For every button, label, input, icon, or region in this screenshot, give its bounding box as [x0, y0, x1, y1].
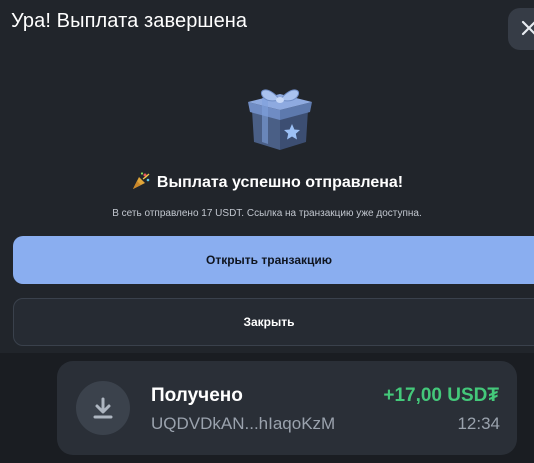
success-message: Выплата успешно отправлена!: [0, 171, 534, 192]
open-transaction-button[interactable]: Открыть транзакцию: [13, 236, 534, 284]
transaction-amount: +17,00 USD₮: [383, 385, 499, 406]
transaction-type-icon: [76, 381, 130, 435]
party-popper-icon: [132, 172, 150, 189]
close-button[interactable]: [508, 8, 534, 50]
download-arrow-icon: [93, 397, 113, 419]
payout-description: В сеть отправлено 17 USDT. Ссылка на тра…: [112, 208, 422, 219]
close-modal-button[interactable]: Закрыть: [13, 298, 534, 346]
transaction-address: UQDVDkAN...hIaqoKzM: [151, 414, 336, 433]
success-text: Выплата успешно отправлена!: [156, 174, 404, 191]
gift-icon: [248, 89, 312, 150]
transaction-time: 12:34: [457, 414, 500, 433]
page: Ура! Выплата завершена Выплата успешно о…: [0, 0, 534, 463]
payout-modal: Ура! Выплата завершена Выплата успешно о…: [0, 0, 534, 353]
transaction-title: Получено: [151, 385, 243, 406]
close-icon: [521, 20, 534, 36]
transaction-card[interactable]: Получено UQDVDkAN...hIaqoKzM +17,00 USD₮…: [57, 361, 517, 455]
modal-title: Ура! Выплата завершена: [11, 10, 248, 32]
